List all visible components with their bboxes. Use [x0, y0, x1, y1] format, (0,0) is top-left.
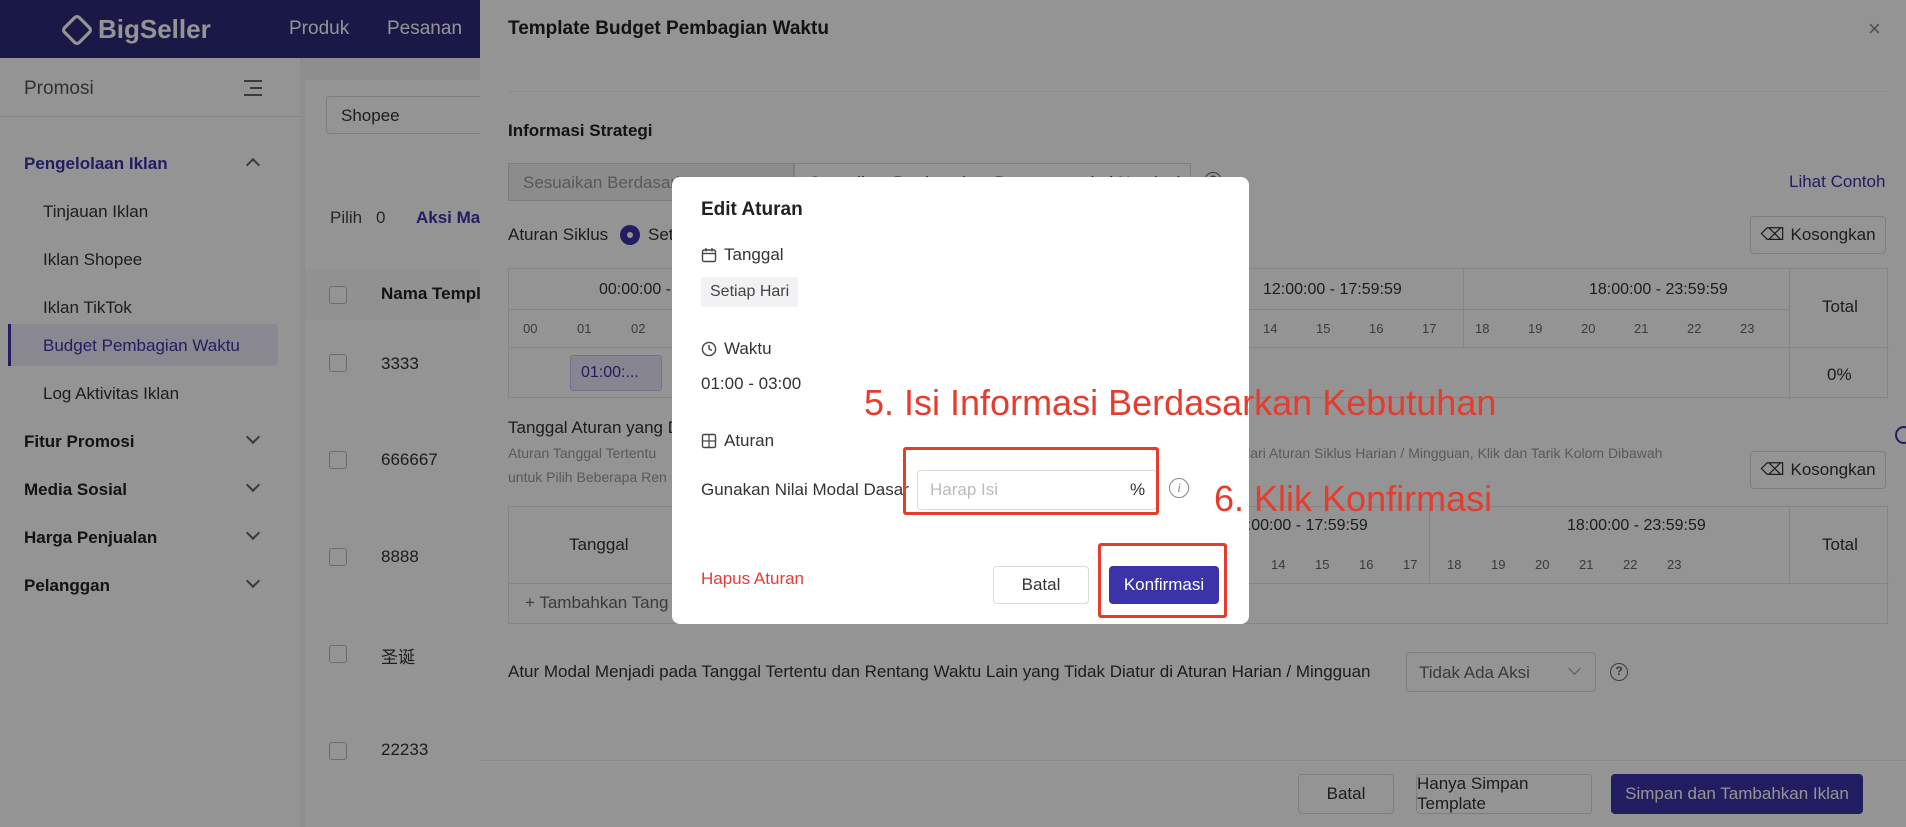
aturan-field-label: Aturan	[701, 431, 774, 451]
annotation-box-input	[903, 447, 1159, 515]
clock-icon	[701, 341, 717, 357]
tanggal-label-text: Tanggal	[724, 245, 784, 264]
tanggal-field-label: Tanggal	[701, 245, 784, 265]
calendar-icon	[701, 248, 717, 263]
calculator-icon	[701, 433, 717, 449]
modal-dasar-label: Gunakan Nilai Modal Dasar	[701, 480, 909, 499]
modal-cancel-button[interactable]: Batal	[993, 566, 1089, 604]
tanggal-value-tag: Setiap Hari	[701, 277, 799, 307]
aturan-label-text: Aturan	[724, 431, 775, 450]
info-icon[interactable]: i	[1169, 478, 1189, 498]
modal-title: Edit Aturan	[701, 199, 803, 220]
waktu-value: 01:00 - 03:00	[701, 374, 802, 393]
annotation-step-6: 6. Klik Konfirmasi	[1214, 478, 1493, 519]
waktu-field-label: Waktu	[701, 339, 772, 359]
annotation-step-5: 5. Isi Informasi Berdasarkan Kebutuhan	[864, 382, 1497, 423]
annotation-box-konfirmasi	[1098, 543, 1227, 618]
hapus-aturan-button[interactable]: Hapus Aturan	[701, 569, 804, 589]
waktu-label-text: Waktu	[724, 339, 772, 358]
